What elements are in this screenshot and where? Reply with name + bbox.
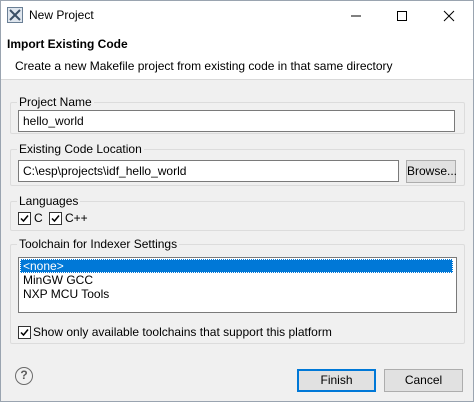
cancel-button[interactable]: Cancel xyxy=(384,369,463,392)
checkmark-icon xyxy=(20,329,29,337)
checkmark-icon xyxy=(20,215,29,223)
help-icon[interactable]: ? xyxy=(15,367,33,385)
title-bar: New Project xyxy=(1,1,473,31)
code-location-group: Existing Code Location C:\esp\projects\i… xyxy=(10,142,465,186)
close-icon xyxy=(443,10,455,22)
toolchain-item-nxp-mcu-tools[interactable]: NXP MCU Tools xyxy=(20,287,453,301)
checkmark-icon xyxy=(51,215,60,223)
header-description: Create a new Makefile project from exist… xyxy=(15,59,393,73)
languages-group: Languages C C++ xyxy=(10,194,465,231)
show-available-toolchains-checkbox[interactable] xyxy=(18,326,31,339)
toolchain-list[interactable]: <none> MinGW GCC NXP MCU Tools xyxy=(18,257,457,313)
languages-label: Languages xyxy=(17,194,81,208)
close-button[interactable] xyxy=(426,1,472,31)
language-cpp-label: C++ xyxy=(65,211,88,225)
project-name-input[interactable]: hello_world xyxy=(18,110,455,132)
maximize-icon xyxy=(397,11,407,21)
show-available-toolchains-label: Show only available toolchains that supp… xyxy=(33,325,332,339)
language-c-label: C xyxy=(34,211,43,225)
browse-button[interactable]: Browse... xyxy=(406,160,457,183)
code-location-label: Existing Code Location xyxy=(17,142,144,156)
app-icon xyxy=(7,7,23,23)
project-name-label: Project Name xyxy=(17,95,94,109)
code-location-input[interactable]: C:\esp\projects\idf_hello_world xyxy=(18,160,399,182)
finish-button[interactable]: Finish xyxy=(297,369,376,392)
minimize-button[interactable] xyxy=(333,1,379,31)
toolchain-label: Toolchain for Indexer Settings xyxy=(17,237,180,251)
language-c-checkbox[interactable] xyxy=(18,212,31,225)
toolchain-group: Toolchain for Indexer Settings <none> Mi… xyxy=(10,237,465,344)
language-cpp-checkbox[interactable] xyxy=(49,212,62,225)
new-project-dialog: New Project Import Existing Code Create … xyxy=(0,0,474,402)
toolchain-item-mingw-gcc[interactable]: MinGW GCC xyxy=(20,273,453,287)
wizard-header: Import Existing Code Create a new Makefi… xyxy=(1,31,473,80)
window-title: New Project xyxy=(29,8,94,22)
maximize-button[interactable] xyxy=(379,1,425,31)
project-name-group: Project Name hello_world xyxy=(10,95,465,134)
toolchain-item-none[interactable]: <none> xyxy=(20,259,453,273)
minimize-icon xyxy=(351,15,361,17)
header-title: Import Existing Code xyxy=(7,37,128,51)
